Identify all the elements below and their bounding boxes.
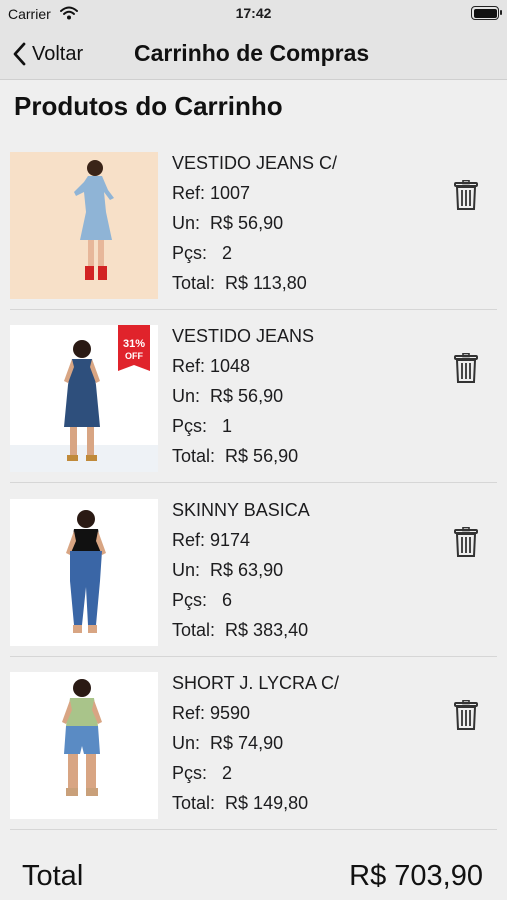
item-total: Total: R$ 113,80 <box>172 270 337 300</box>
quantity-value: 2 <box>222 763 233 783</box>
item-quantity: Pçs: 6 <box>172 587 310 617</box>
item-name: VESTIDO JEANS <box>172 326 315 346</box>
item-unit-price: Un: R$ 63,90 <box>172 557 310 587</box>
back-button[interactable]: Voltar <box>12 39 83 69</box>
trash-icon[interactable] <box>452 352 480 383</box>
unit-price-label: Un: <box>172 213 201 233</box>
item-total-value: R$ 113,80 <box>225 273 307 293</box>
section-title: Produtos do Carrinho <box>14 91 283 121</box>
cart-total-value: R$ 703,90 <box>349 860 483 892</box>
divider <box>10 656 497 657</box>
svg-text:31%: 31% <box>123 338 145 350</box>
item-total-value: R$ 149,80 <box>225 793 309 813</box>
item-unit-price: Un: R$ 56,90 <box>172 210 337 240</box>
item-name: SKINNY BASICA <box>172 500 310 520</box>
item-unit-price: Un: R$ 74,90 <box>172 730 339 760</box>
item-details: VESTIDO JEANS C/ Ref: 1007 Un: R$ 56,90 … <box>172 150 337 300</box>
item-quantity: Pçs: 2 <box>172 240 337 270</box>
item-total-value: R$ 56,90 <box>225 446 299 466</box>
item-total-label: Total: <box>172 793 216 813</box>
status-bar: Carrier 17:42 <box>0 0 507 28</box>
clock: 17:42 <box>235 5 272 21</box>
divider <box>10 482 497 483</box>
item-name: VESTIDO JEANS C/ <box>172 153 338 173</box>
trash-icon[interactable] <box>452 179 480 210</box>
item-quantity: Pçs: 1 <box>172 413 314 443</box>
item-details: SHORT J. LYCRA C/ Ref: 9590 Un: R$ 74,90… <box>172 670 339 820</box>
unit-price-value: R$ 74,90 <box>210 733 284 753</box>
item-name: SHORT J. LYCRA C/ <box>172 673 340 693</box>
chevron-left-icon <box>13 42 26 66</box>
item-total-label: Total: <box>172 446 216 466</box>
unit-price-label: Un: <box>172 560 201 580</box>
trash-icon[interactable] <box>452 699 480 730</box>
quantity-value: 1 <box>222 416 233 436</box>
quantity-label: Pçs: <box>172 763 208 783</box>
page-title: Carrinho de Compras <box>134 40 370 66</box>
cart-item[interactable]: VESTIDO JEANS C/ Ref: 1007 Un: R$ 56,90 … <box>0 152 507 322</box>
item-ref: Ref: 9174 <box>172 530 251 550</box>
item-details: VESTIDO JEANS Ref: 1048 Un: R$ 56,90 Pçs… <box>172 323 314 473</box>
unit-price-value: R$ 56,90 <box>210 386 284 406</box>
back-label: Voltar <box>32 42 84 65</box>
item-total-label: Total: <box>172 620 216 640</box>
quantity-label: Pçs: <box>172 416 208 436</box>
cart-item[interactable]: 31% OFF VESTIDO JEANS Ref: 1048 Un: R$ 5… <box>0 325 507 495</box>
quantity-value: 2 <box>222 243 233 263</box>
item-total: Total: R$ 383,40 <box>172 617 310 647</box>
item-quantity: Pçs: 2 <box>172 760 339 790</box>
product-image <box>10 672 158 819</box>
item-total-value: R$ 383,40 <box>225 620 309 640</box>
product-image <box>10 152 158 299</box>
cart-item[interactable]: SHORT J. LYCRA C/ Ref: 9590 Un: R$ 74,90… <box>0 672 507 842</box>
item-details: SKINNY BASICA Ref: 9174 Un: R$ 63,90 Pçs… <box>172 497 310 647</box>
unit-price-value: R$ 63,90 <box>210 560 284 580</box>
cart-total-label: Total <box>22 860 84 892</box>
item-total-label: Total: <box>172 273 216 293</box>
item-ref: Ref: 9590 <box>172 703 251 723</box>
product-image: 31% OFF <box>10 325 158 472</box>
battery-icon <box>471 6 502 20</box>
unit-price-label: Un: <box>172 386 201 406</box>
unit-price-label: Un: <box>172 733 201 753</box>
product-image <box>10 499 158 646</box>
divider <box>10 309 497 310</box>
item-total: Total: R$ 56,90 <box>172 443 314 473</box>
cart-item[interactable]: SKINNY BASICA Ref: 9174 Un: R$ 63,90 Pçs… <box>0 499 507 669</box>
quantity-label: Pçs: <box>172 590 208 610</box>
quantity-value: 6 <box>222 590 233 610</box>
item-ref: Ref: 1048 <box>172 356 251 376</box>
item-total: Total: R$ 149,80 <box>172 790 339 820</box>
trash-icon[interactable] <box>452 526 480 557</box>
item-unit-price: Un: R$ 56,90 <box>172 383 314 413</box>
unit-price-value: R$ 56,90 <box>210 213 284 233</box>
item-ref: Ref: 1007 <box>172 183 251 203</box>
navigation-bar: Voltar Carrinho de Compras <box>0 28 507 80</box>
quantity-label: Pçs: <box>172 243 208 263</box>
svg-text:OFF: OFF <box>125 351 143 361</box>
divider <box>10 829 497 830</box>
